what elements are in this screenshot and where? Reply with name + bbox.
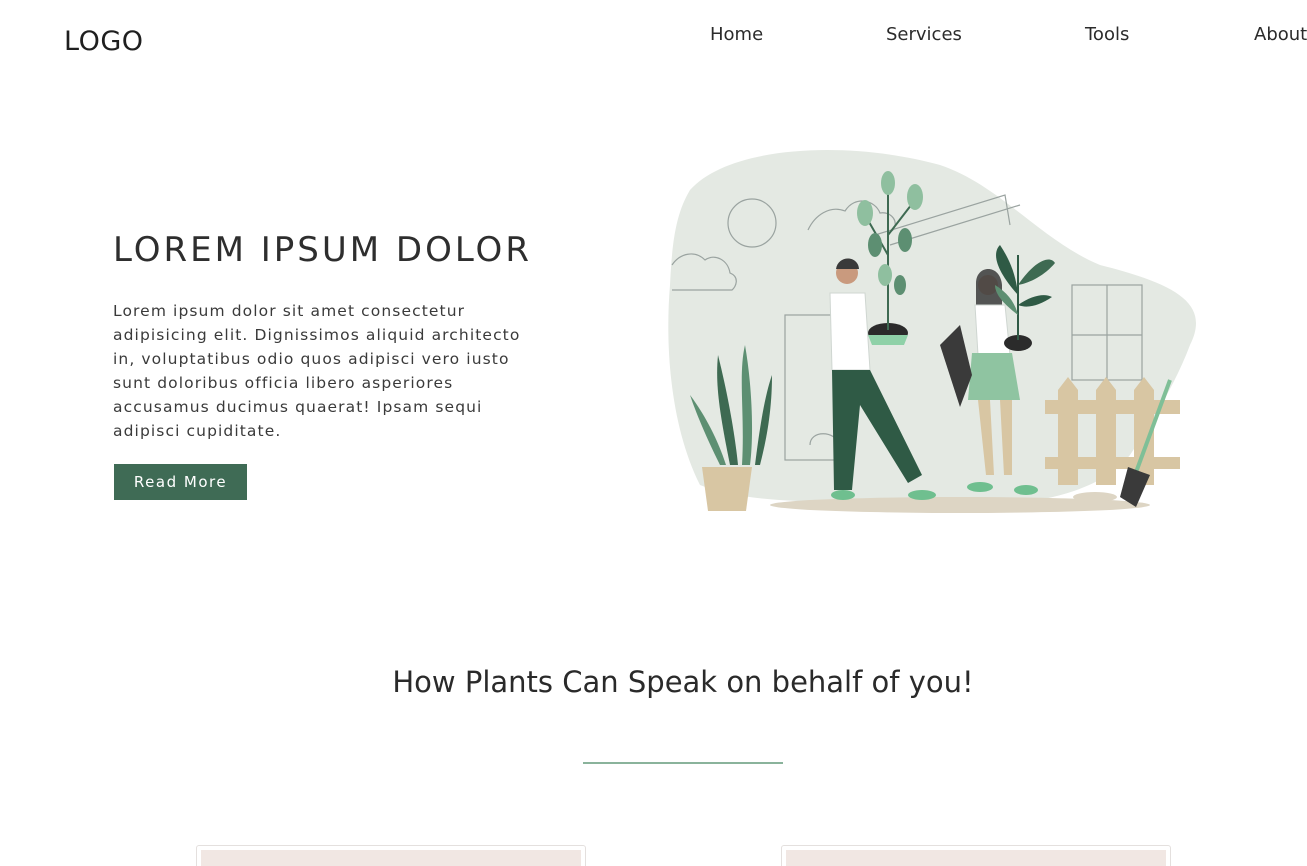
section-divider xyxy=(583,762,783,764)
hero-title: LOREM IPSUM DOLOR xyxy=(113,230,532,270)
pot xyxy=(702,467,752,511)
hero-text-line: adipisci cupiditate. xyxy=(113,422,282,440)
hero-text-line: Lorem ipsum dolor sit amet consectetur xyxy=(113,302,466,320)
woman-shoe xyxy=(967,482,993,492)
gardening-illustration xyxy=(668,150,1196,513)
card-image-placeholder xyxy=(786,850,1166,866)
nav-tools[interactable]: Tools xyxy=(1085,24,1129,45)
nav-home[interactable]: Home xyxy=(710,24,763,45)
woman-shirt xyxy=(974,304,1011,356)
feature-card[interactable] xyxy=(781,845,1171,866)
feature-card[interactable] xyxy=(196,845,586,866)
hero-text-line: accusamus ducimus quaerat! Ipsam sequi xyxy=(113,398,483,416)
nav-services[interactable]: Services xyxy=(886,24,962,45)
woman-shoe xyxy=(1014,485,1038,495)
read-more-button[interactable]: Read More xyxy=(114,464,247,500)
card-image-placeholder xyxy=(201,850,581,866)
hero-text-line: sunt doloribus officia libero asperiores xyxy=(113,374,454,392)
section-title: How Plants Can Speak on behalf of you! xyxy=(392,665,974,699)
woman-skirt xyxy=(968,353,1020,400)
hero-text-line: adipisicing elit. Dignissimos aliquid ar… xyxy=(113,326,521,344)
logo[interactable]: LOGO xyxy=(64,26,144,57)
man-shirt xyxy=(829,292,871,371)
man-shoe xyxy=(831,490,855,500)
nav-about[interactable]: About xyxy=(1254,24,1307,45)
man-shoe xyxy=(908,490,936,500)
hero-text-line: in, voluptatibus odio quos adipisci vero… xyxy=(113,350,510,368)
page: LOGO Home Services Tools About LOREM IPS… xyxy=(0,0,1307,866)
hero-paragraph: Lorem ipsum dolor sit amet consectetur a… xyxy=(113,299,563,443)
